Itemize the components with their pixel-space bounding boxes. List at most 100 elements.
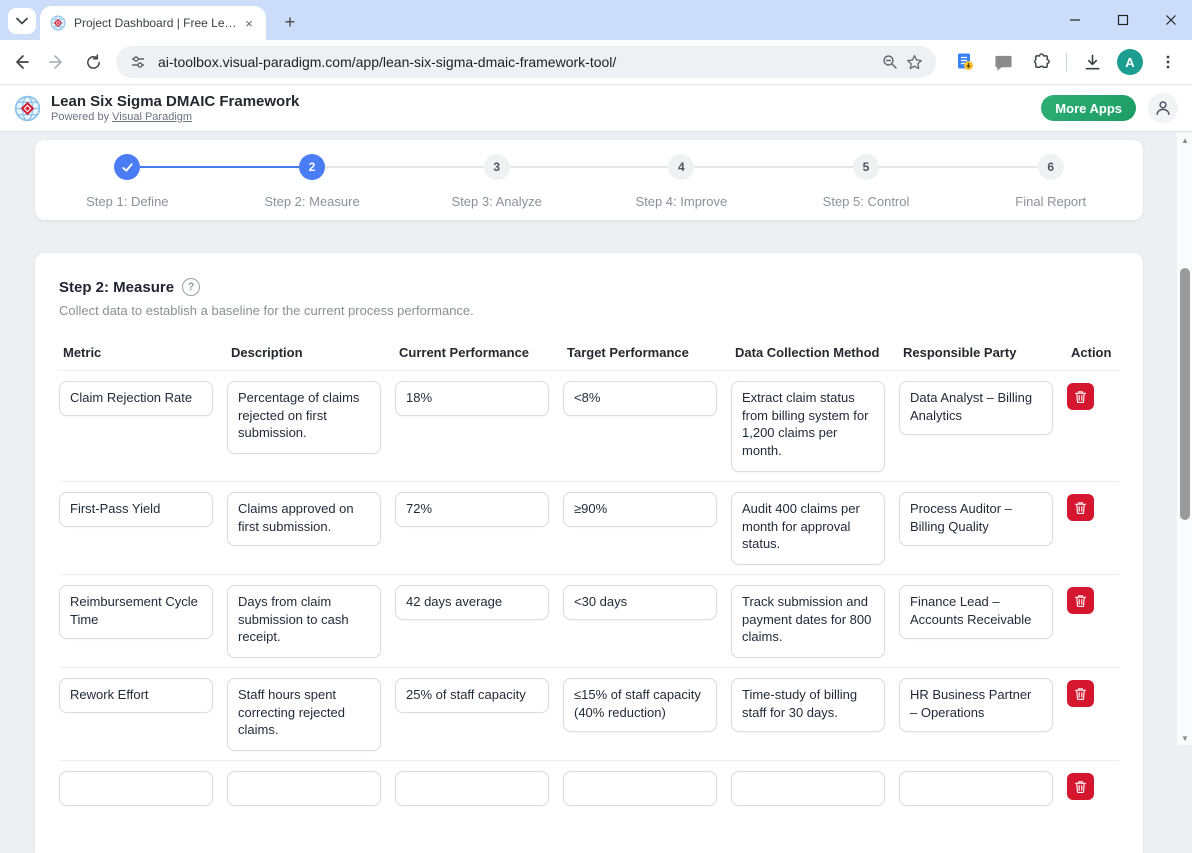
maximize-icon[interactable]: [1116, 13, 1130, 27]
close-window-icon[interactable]: [1164, 13, 1178, 27]
user-account-button[interactable]: [1148, 93, 1178, 123]
stepper-step-improve[interactable]: 4 Step 4: Improve: [589, 154, 774, 220]
current-performance-input[interactable]: 72%: [395, 492, 549, 527]
app-header: Lean Six Sigma DMAIC Framework Powered b…: [0, 85, 1192, 132]
step-3-label: Step 3: Analyze: [452, 194, 542, 209]
current-performance-input[interactable]: 18%: [395, 381, 549, 416]
col-header-target: Target Performance: [563, 345, 717, 360]
target-performance-input[interactable]: <8%: [563, 381, 717, 416]
responsible-party-input[interactable]: Process Auditor – Billing Quality: [899, 492, 1053, 546]
step-1-label: Step 1: Define: [86, 194, 168, 209]
section-title: Step 2: Measure: [59, 279, 174, 296]
measure-section-card: Step 2: Measure ? Collect data to establ…: [35, 253, 1143, 853]
more-apps-button[interactable]: More Apps: [1041, 95, 1136, 121]
delete-row-button[interactable]: [1067, 494, 1094, 521]
docs-offline-extension-icon[interactable]: [952, 49, 978, 75]
table-row: Rework Effort Staff hours spent correcti…: [59, 668, 1119, 761]
data-collection-input[interactable]: Track submission and payment dates for 8…: [731, 585, 885, 658]
scrollbar-up-icon[interactable]: ▲: [1177, 133, 1192, 147]
responsible-party-input[interactable]: Finance Lead – Accounts Receivable: [899, 585, 1053, 639]
scrollbar-down-icon[interactable]: ▼: [1177, 731, 1192, 745]
stepper-step-measure[interactable]: 2 Step 2: Measure: [220, 154, 405, 220]
scrollbar-thumb[interactable]: [1180, 268, 1190, 520]
bookmark-star-icon[interactable]: [902, 50, 926, 74]
current-performance-input[interactable]: 25% of staff capacity: [395, 678, 549, 713]
target-performance-input[interactable]: ≥90%: [563, 492, 717, 527]
delete-row-button[interactable]: [1067, 383, 1094, 410]
new-tab-button[interactable]: +: [278, 10, 302, 34]
data-collection-input[interactable]: Extract claim status from billing system…: [731, 381, 885, 472]
metric-input[interactable]: Reimbursement Cycle Time: [59, 585, 213, 639]
toolbar-divider: [1066, 53, 1067, 71]
zoom-icon[interactable]: [878, 50, 902, 74]
step-5-circle: 5: [853, 154, 879, 180]
col-header-method: Data Collection Method: [731, 345, 885, 360]
current-performance-input[interactable]: 42 days average: [395, 585, 549, 620]
downloads-icon[interactable]: [1079, 49, 1105, 75]
responsible-party-input[interactable]: HR Business Partner – Operations: [899, 678, 1053, 732]
url-text[interactable]: ai-toolbox.visual-paradigm.com/app/lean-…: [158, 54, 878, 70]
url-bar[interactable]: ai-toolbox.visual-paradigm.com/app/lean-…: [116, 46, 936, 78]
extensions-puzzle-icon[interactable]: [1028, 49, 1054, 75]
delete-row-button[interactable]: [1067, 773, 1094, 800]
target-performance-input[interactable]: [563, 771, 717, 806]
section-subtitle: Collect data to establish a baseline for…: [59, 303, 1119, 318]
visual-paradigm-link[interactable]: Visual Paradigm: [112, 111, 192, 123]
browser-tab[interactable]: Project Dashboard | Free Lean S ×: [40, 6, 266, 40]
table-row: Claim Rejection Rate Percentage of claim…: [59, 371, 1119, 482]
comment-bubble-extension-icon[interactable]: [990, 49, 1016, 75]
stepper-step-final-report[interactable]: 6 Final Report: [958, 154, 1143, 220]
description-input[interactable]: Days from claim submission to cash recei…: [227, 585, 381, 658]
browser-menu-icon[interactable]: [1155, 49, 1181, 75]
browser-profile-avatar[interactable]: A: [1117, 49, 1143, 75]
stepper-step-control[interactable]: 5 Step 5: Control: [774, 154, 959, 220]
data-collection-input[interactable]: Audit 400 claims per month for approval …: [731, 492, 885, 565]
browser-toolbar: ai-toolbox.visual-paradigm.com/app/lean-…: [0, 40, 1192, 85]
minimize-icon[interactable]: [1068, 13, 1082, 27]
back-button[interactable]: [6, 47, 36, 77]
step-2-circle: 2: [299, 154, 325, 180]
trash-icon: [1074, 594, 1087, 607]
metric-input[interactable]: Rework Effort: [59, 678, 213, 713]
tab-close-icon[interactable]: ×: [240, 14, 258, 32]
responsible-party-input[interactable]: [899, 771, 1053, 806]
step-5-label: Step 5: Control: [823, 194, 910, 209]
col-header-party: Responsible Party: [899, 345, 1053, 360]
metric-input[interactable]: [59, 771, 213, 806]
col-header-action: Action: [1067, 345, 1115, 360]
target-performance-input[interactable]: <30 days: [563, 585, 717, 620]
chevron-down-icon: [16, 17, 28, 25]
stepper-step-analyze[interactable]: 3 Step 3: Analyze: [404, 154, 589, 220]
site-settings-icon[interactable]: [126, 50, 150, 74]
col-header-current: Current Performance: [395, 345, 549, 360]
description-input[interactable]: Claims approved on first submission.: [227, 492, 381, 546]
step-2-label: Step 2: Measure: [264, 194, 359, 209]
description-input[interactable]: Percentage of claims rejected on first s…: [227, 381, 381, 454]
data-collection-input[interactable]: [731, 771, 885, 806]
current-performance-input[interactable]: [395, 771, 549, 806]
table-header-row: Metric Description Current Performance T…: [59, 345, 1119, 371]
step-6-circle: 6: [1038, 154, 1064, 180]
metric-input[interactable]: First-Pass Yield: [59, 492, 213, 527]
window-controls: [1068, 0, 1178, 40]
page-scrollbar[interactable]: ▲ ▼: [1176, 133, 1192, 745]
step-3-circle: 3: [484, 154, 510, 180]
help-icon[interactable]: ?: [182, 278, 200, 296]
description-input[interactable]: Staff hours spent correcting rejected cl…: [227, 678, 381, 751]
description-input[interactable]: [227, 771, 381, 806]
responsible-party-input[interactable]: Data Analyst – Billing Analytics: [899, 381, 1053, 435]
delete-row-button[interactable]: [1067, 587, 1094, 614]
trash-icon: [1074, 780, 1087, 793]
forward-button[interactable]: [42, 47, 72, 77]
powered-by: Powered by Visual Paradigm: [51, 111, 299, 123]
tab-search-button[interactable]: [8, 8, 36, 34]
stepper-step-define[interactable]: Step 1: Define: [35, 154, 220, 220]
toolbar-extensions: A: [952, 49, 1181, 75]
metric-input[interactable]: Claim Rejection Rate: [59, 381, 213, 416]
target-performance-input[interactable]: ≤15% of staff capacity (40% reduction): [563, 678, 717, 732]
trash-icon: [1074, 390, 1087, 403]
step-1-check-icon: [114, 154, 140, 180]
data-collection-input[interactable]: Time-study of billing staff for 30 days.: [731, 678, 885, 732]
reload-button[interactable]: [78, 47, 108, 77]
delete-row-button[interactable]: [1067, 680, 1094, 707]
